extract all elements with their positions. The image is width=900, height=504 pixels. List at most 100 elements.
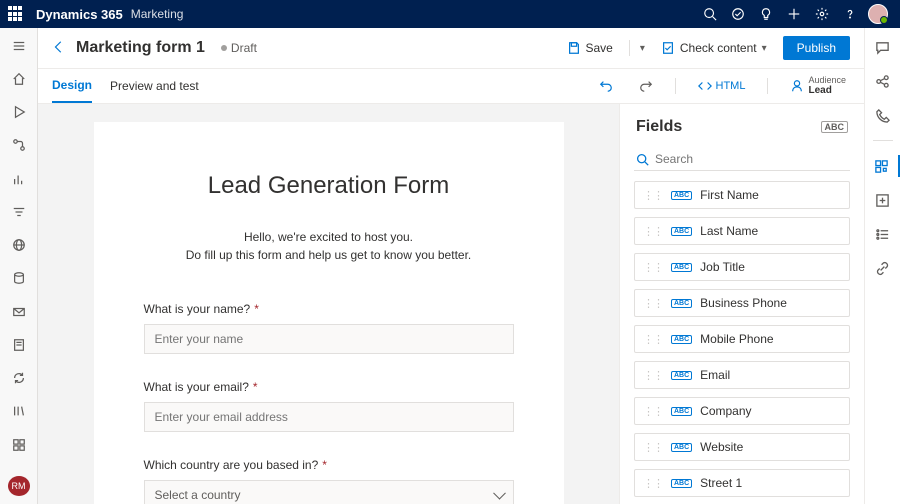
share-icon[interactable]: [872, 70, 894, 92]
chat-icon[interactable]: [872, 36, 894, 58]
field-item[interactable]: ⋮⋮ ABC Website: [634, 433, 850, 461]
brand-name: Dynamics 365: [36, 7, 123, 22]
app-launcher-icon[interactable]: [8, 6, 24, 22]
filter-icon[interactable]: [6, 200, 32, 223]
home-icon[interactable]: [6, 67, 32, 90]
global-top-bar: Dynamics 365 Marketing: [0, 0, 900, 28]
chevron-down-icon: ▾: [762, 43, 767, 54]
q3-label: Which country are you based in?*: [144, 458, 514, 472]
add-icon[interactable]: [780, 0, 808, 28]
db-icon[interactable]: [6, 267, 32, 290]
text-tag-icon: ABC: [671, 263, 692, 272]
text-tag-icon: ABC: [671, 371, 692, 380]
link-icon[interactable]: [872, 257, 894, 279]
settings-icon[interactable]: [808, 0, 836, 28]
back-icon[interactable]: [52, 40, 66, 57]
text-tag-icon: ABC: [671, 299, 692, 308]
check-content-button[interactable]: Check content ▾: [655, 37, 773, 59]
undo-icon[interactable]: [595, 75, 617, 97]
grip-icon: ⋮⋮: [643, 225, 663, 238]
task-icon[interactable]: [724, 0, 752, 28]
form-canvas[interactable]: Lead Generation Form Hello, we're excite…: [38, 104, 619, 504]
save-chevron-icon[interactable]: ▾: [640, 43, 645, 54]
field-item[interactable]: ⋮⋮ABCEmail: [634, 361, 850, 389]
search-input[interactable]: [655, 152, 848, 166]
field-item-label: First Name: [700, 188, 759, 202]
field-item[interactable]: ⋮⋮ ABC First Name: [634, 181, 850, 209]
form-card: Lead Generation Form Hello, we're excite…: [94, 122, 564, 504]
q2-input[interactable]: [144, 402, 514, 432]
library-icon[interactable]: [6, 400, 32, 423]
play-icon[interactable]: [6, 101, 32, 124]
q1-input[interactable]: [144, 324, 514, 354]
fields-panel: Fields ABC ⋮⋮ ABC First Name ⋮⋮ ABC Last Name…: [619, 104, 864, 504]
search-icon[interactable]: [696, 0, 724, 28]
audience-button[interactable]: AudienceLead: [786, 72, 850, 101]
save-label: Save: [586, 41, 613, 55]
cycle-icon[interactable]: [6, 367, 32, 390]
html-label: HTML: [716, 80, 746, 92]
persona-badge[interactable]: RM: [8, 476, 30, 496]
field-item[interactable]: ⋮⋮ABCBusiness Phone: [634, 289, 850, 317]
field-item[interactable]: ⋮⋮ ABC Mobile Phone: [634, 325, 850, 353]
text-tag-icon: ABC: [671, 443, 692, 452]
help-icon[interactable]: [836, 0, 864, 28]
chart-icon[interactable]: [6, 167, 32, 190]
q3-select[interactable]: Select a country: [144, 480, 514, 504]
field-item-label: Mobile Phone: [700, 332, 773, 346]
grip-icon: ⋮⋮: [643, 297, 663, 310]
mail-icon[interactable]: [6, 300, 32, 323]
journey-icon[interactable]: [6, 134, 32, 157]
tab-design[interactable]: Design: [52, 69, 92, 103]
tab-bar: Design Preview and test HTML AudienceLea…: [38, 69, 864, 104]
right-rail: [864, 28, 900, 504]
grip-icon: ⋮⋮: [643, 477, 663, 490]
check-label: Check content: [680, 41, 757, 55]
command-bar: Marketing form 1 Draft Save ▾ Check cont…: [38, 28, 864, 69]
grid-icon[interactable]: [6, 433, 32, 456]
form-icon[interactable]: [6, 333, 32, 356]
field-item[interactable]: ⋮⋮ ABC Last Name: [634, 217, 850, 245]
field-item[interactable]: ⋮⋮ ABC Job Title: [634, 253, 850, 281]
field-item[interactable]: ⋮⋮ ABC Street 1: [634, 469, 850, 497]
user-avatar[interactable]: [864, 0, 892, 28]
text-field-chip-icon[interactable]: ABC: [821, 121, 849, 133]
q2-label: What is your email?*: [144, 380, 514, 394]
redo-icon[interactable]: [635, 75, 657, 97]
text-tag-icon: ABC: [671, 479, 692, 488]
field-search[interactable]: [634, 148, 850, 171]
status-badge: Draft: [221, 41, 257, 55]
phone-icon[interactable]: [872, 104, 894, 126]
tab-preview[interactable]: Preview and test: [110, 70, 199, 102]
text-tag-icon: ABC: [671, 227, 692, 236]
field-item-label: Last Name: [700, 224, 758, 238]
field-item-label: Email: [700, 368, 730, 382]
form-intro: Hello, we're excited to host you. Do fil…: [144, 228, 514, 264]
site-nav-rail: RM: [0, 28, 38, 504]
elements-icon[interactable]: [865, 155, 900, 177]
module-name: Marketing: [131, 7, 184, 21]
text-tag-icon: ABC: [671, 191, 692, 200]
save-button[interactable]: Save: [561, 37, 619, 59]
form-heading: Lead Generation Form: [144, 172, 514, 200]
grip-icon: ⋮⋮: [643, 261, 663, 274]
field-item-label: Website: [700, 440, 743, 454]
page-title: Marketing form 1: [76, 39, 205, 57]
grip-icon: ⋮⋮: [643, 189, 663, 202]
grip-icon: ⋮⋮: [643, 441, 663, 454]
lightbulb-icon[interactable]: [752, 0, 780, 28]
field-item-label: Street 1: [700, 476, 742, 490]
checklist-icon[interactable]: [872, 223, 894, 245]
text-tag-icon: ABC: [671, 407, 692, 416]
globe-icon[interactable]: [6, 234, 32, 257]
html-button[interactable]: HTML: [694, 75, 750, 97]
hamburger-icon[interactable]: [6, 34, 32, 57]
field-item-label: Company: [700, 404, 751, 418]
grip-icon: ⋮⋮: [643, 333, 663, 346]
panel-title: Fields: [636, 118, 682, 136]
publish-button[interactable]: Publish: [783, 36, 850, 60]
add-panel-icon[interactable]: [872, 189, 894, 211]
field-item-label: Job Title: [700, 260, 745, 274]
field-item[interactable]: ⋮⋮ABCCompany: [634, 397, 850, 425]
text-tag-icon: ABC: [671, 335, 692, 344]
